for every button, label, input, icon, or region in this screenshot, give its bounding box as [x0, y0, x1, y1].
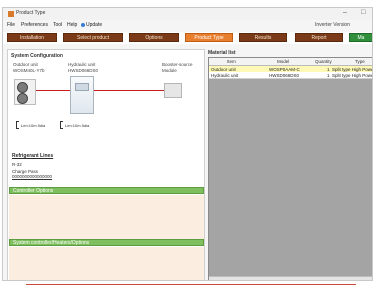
- cell-quantity: 1: [327, 72, 330, 78]
- hydraulic-unit-model: HWSD066DS0: [68, 68, 99, 73]
- tab-report[interactable]: Report: [295, 33, 343, 42]
- column-header-model[interactable]: Model: [277, 59, 289, 64]
- cell-type: Split type High Power / He: [332, 72, 372, 78]
- tab-select-product[interactable]: Select product: [63, 33, 123, 42]
- cell-type: Split type High Power / Co: [332, 66, 372, 72]
- maximize-button[interactable]: □: [361, 9, 365, 17]
- tab-options[interactable]: Options: [129, 33, 179, 42]
- pipe-length-bracket: [16, 121, 19, 129]
- cell-model: HWSD066DS0: [269, 72, 300, 78]
- tab-bar: Installation Select product Options Prod…: [3, 32, 372, 44]
- update-label: Update: [86, 22, 103, 28]
- cell-quantity: 1: [327, 66, 330, 72]
- system-controller-area: [9, 247, 204, 280]
- booster-module-label: Booster-source: [162, 62, 193, 67]
- system-configuration-title: System Configuration: [11, 53, 63, 59]
- outdoor-unit-label: Outdoor unit: [13, 62, 38, 67]
- update-icon: [81, 22, 85, 27]
- version-label: Inverter Version: [314, 22, 350, 28]
- controller-options-label: Controller Options: [13, 188, 54, 194]
- grid-header: Item Model Quantity Type: [209, 58, 372, 66]
- hydraulic-unit-image[interactable]: [70, 76, 94, 114]
- charge-pass-value[interactable]: 0000000000000000: [12, 174, 52, 179]
- title-bar: Product Type – □: [3, 8, 372, 20]
- system-configuration-panel: System Configuration Outdoor unit WOSM40…: [7, 49, 205, 280]
- outdoor-unit-image[interactable]: [14, 79, 36, 105]
- system-controller-header[interactable]: System controller/Heaters/Options: [9, 239, 204, 246]
- material-list-title: Material list: [208, 50, 236, 56]
- pipe-length-label[interactable]: Len:10m 5dia: [65, 123, 89, 128]
- app-icon: [8, 11, 14, 17]
- system-controller-label: System controller/Heaters/Options: [13, 240, 90, 246]
- hydraulic-unit-label: Hydraulic unit: [68, 62, 96, 67]
- outdoor-unit-model: WOSM40L-Y7b: [13, 68, 45, 73]
- booster-module-image[interactable]: [164, 83, 182, 98]
- controller-options-header[interactable]: Controller Options: [9, 187, 204, 194]
- pipe-length-label[interactable]: Len:10m 5dia: [21, 123, 45, 128]
- material-list-grid[interactable]: Item Model Quantity Type Outdoor unit WO…: [208, 57, 372, 280]
- controller-options-area: [9, 195, 204, 239]
- booster-module-value: Module: [162, 68, 177, 73]
- menu-tool[interactable]: Tool: [53, 22, 62, 28]
- tab-product-type[interactable]: Product Type: [185, 33, 233, 42]
- cell-model: WOSP0AAM-C: [269, 66, 300, 72]
- update-button[interactable]: Update: [81, 22, 102, 28]
- hydraulic-control-panel: [75, 83, 89, 91]
- menu-bar: File Preferences Tool Help Update Invert…: [3, 20, 372, 30]
- minimize-button[interactable]: –: [343, 9, 347, 17]
- water-pipe: [94, 90, 164, 91]
- cell-item: Hydraulic unit: [211, 72, 239, 78]
- menu-help[interactable]: Help: [67, 22, 77, 28]
- bottom-bar: [0, 281, 373, 289]
- fan-icon: [17, 82, 28, 93]
- bottom-divider: [26, 284, 356, 285]
- refrigerant-value: R-32: [12, 162, 22, 167]
- refrigerant-title: Refrigerant Lines: [12, 153, 54, 159]
- column-header-item[interactable]: Item: [227, 59, 236, 64]
- table-row[interactable]: Hydraulic unit HWSD066DS0 1 Split type H…: [209, 72, 372, 79]
- column-header-quantity[interactable]: Quantity: [315, 59, 332, 64]
- fan-icon: [17, 93, 28, 104]
- refrigerant-pipe: [36, 90, 70, 91]
- tab-more[interactable]: Ma: [349, 33, 372, 42]
- menu-file[interactable]: File: [7, 22, 15, 28]
- pipe-length-bracket: [60, 121, 63, 129]
- tab-results[interactable]: Results: [239, 33, 287, 42]
- tab-installation[interactable]: Installation: [7, 33, 57, 42]
- window-title: Product Type: [16, 10, 46, 16]
- column-header-type[interactable]: Type: [355, 59, 365, 64]
- cell-item: Outdoor unit: [211, 66, 236, 72]
- menu-preferences[interactable]: Preferences: [21, 22, 48, 28]
- app-window: Product Type – □ File Preferences Tool H…: [2, 7, 373, 281]
- material-list-panel: Material list Item Model Quantity Type O…: [208, 49, 372, 280]
